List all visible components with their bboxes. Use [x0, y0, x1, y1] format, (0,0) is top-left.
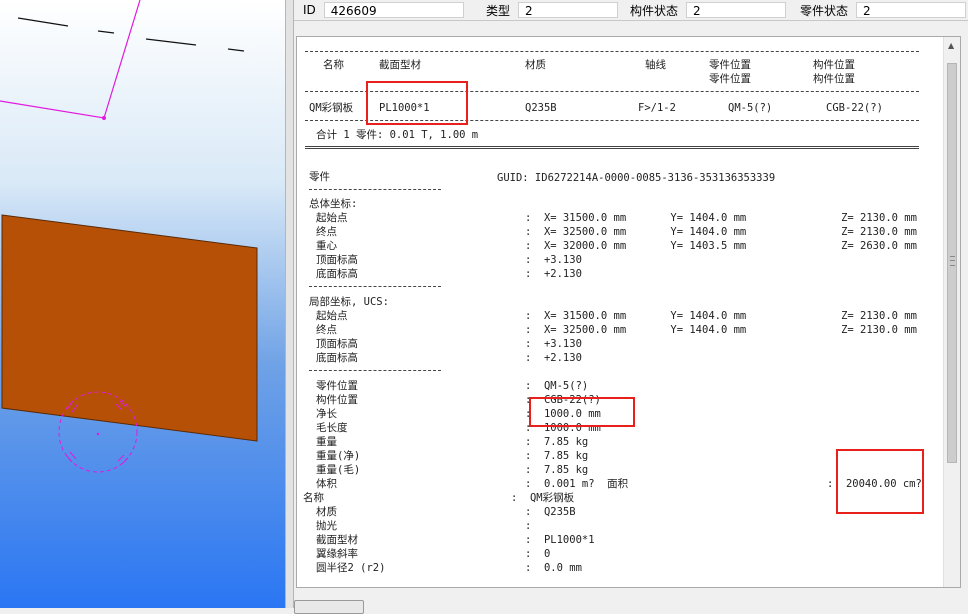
header-profile: 截面型材 [379, 59, 421, 71]
profile-value: : PL1000*1 [525, 534, 595, 546]
header-part-position-2: 零件位置 [709, 73, 751, 85]
double-separator [305, 146, 919, 149]
header-material: 材质 [525, 59, 546, 71]
part-pos-value: : QM-5(?) [525, 380, 589, 392]
local-coords-title: 局部坐标, UCS: [309, 296, 389, 308]
highlight-box-profile [366, 81, 468, 125]
finish-value: : [525, 520, 532, 532]
weight-net-label: 重量(净) [316, 450, 361, 462]
global-bottom-label: 底面标高 [316, 268, 358, 280]
part-pos-label: 零件位置 [316, 380, 358, 392]
panel-splitter[interactable] [285, 0, 294, 608]
steel-plate [1, 214, 258, 442]
global-top-label: 顶面标高 [316, 254, 358, 266]
material-label: 材质 [316, 506, 337, 518]
row-name: QM彩钢板 [309, 102, 354, 114]
grid-line-segment [145, 38, 197, 46]
row-material: Q235B [525, 102, 557, 114]
total-line: 合计 1 零件: 0.01 T, 1.00 m [316, 129, 479, 141]
type-field: 类型 2 [486, 0, 619, 20]
header-part-position: 零件位置 [709, 59, 751, 71]
guid-line: GUID: ID6272214A-0000-0085-3136-35313635… [497, 172, 776, 184]
part-title: 零件 [309, 171, 330, 183]
model-view-graphics [0, 0, 258, 473]
scroll-up-arrow-icon[interactable]: ▲ [948, 41, 954, 50]
material-value: : Q235B [525, 506, 576, 518]
radius-label: 圆半径2 (r2) [316, 562, 386, 574]
finish-label: 抛光 [316, 520, 337, 532]
part-status-label: 零件状态 [800, 3, 849, 18]
highlight-box-net-length [529, 397, 635, 427]
flange-slope-label: 翼缘斜率 [316, 548, 358, 560]
outline-vertex [102, 116, 106, 120]
flange-slope-value: : 0 [525, 548, 551, 560]
header-assembly-position: 构件位置 [813, 59, 855, 71]
separator [305, 51, 919, 52]
weight-gross-value: : 7.85 kg [525, 464, 589, 476]
grid-line-segment [227, 48, 245, 52]
name-value: : QM彩钢板 [511, 492, 575, 504]
row-axis: F>/1-2 [638, 102, 676, 114]
part-status-value[interactable]: 2 [856, 2, 967, 18]
assembly-status-value[interactable]: 2 [686, 2, 787, 18]
volume-value: : 0.001 m? 面积 [525, 478, 629, 490]
local-bottom-label: 底面标高 [316, 352, 358, 364]
profile-label: 截面型材 [316, 534, 358, 546]
weight-gross-label: 重量(毛) [316, 464, 361, 476]
separator [309, 370, 441, 371]
global-coords-title: 总体坐标: [309, 198, 358, 210]
global-start-label: 起始点 [316, 212, 348, 224]
grid-line-segment [17, 17, 69, 27]
grid-line-segment [97, 30, 115, 34]
global-cog-value: : X= 32000.0 mm Y= 1403.5 mm Z= 2630.0 m… [525, 240, 917, 252]
local-top-label: 顶面标高 [316, 338, 358, 350]
scrollbar-grip-icon [950, 256, 955, 266]
name-label: 名称 [303, 492, 324, 504]
info-bar: ID 426609 类型 2 构件状态 2 零件状态 2 [294, 0, 968, 21]
type-label: 类型 [486, 3, 511, 18]
local-start-label: 起始点 [316, 310, 348, 322]
bottom-button[interactable] [294, 600, 364, 614]
magenta-outline [0, 0, 141, 119]
assembly-status-label: 构件状态 [630, 3, 679, 18]
id-value[interactable]: 426609 [323, 2, 464, 18]
global-top-value: : +3.130 [525, 254, 582, 266]
global-start-value: : X= 31500.0 mm Y= 1404.0 mm Z= 2130.0 m… [525, 212, 917, 224]
local-end-value: : X= 32500.0 mm Y= 1404.0 mm Z= 2130.0 m… [525, 324, 917, 336]
volume-label: 体积 [316, 478, 337, 490]
local-start-value: : X= 31500.0 mm Y= 1404.0 mm Z= 2130.0 m… [525, 310, 917, 322]
net-length-label: 净长 [316, 408, 337, 420]
header-assembly-position-2: 构件位置 [813, 73, 855, 85]
header-axis: 轴线 [645, 59, 666, 71]
weight-net-value: : 7.85 kg [525, 450, 589, 462]
part-status-field: 零件状态 2 [800, 0, 967, 20]
local-end-label: 终点 [316, 324, 337, 336]
global-end-value: : X= 32500.0 mm Y= 1404.0 mm Z= 2130.0 m… [525, 226, 917, 238]
highlight-box-area [836, 449, 924, 514]
model-viewport[interactable] [0, 0, 286, 608]
assembly-status-field: 构件状态 2 [630, 0, 787, 20]
id-field: ID 426609 [303, 0, 464, 20]
gross-length-label: 毛长度 [316, 422, 348, 434]
local-bottom-value: : +2.130 [525, 352, 582, 364]
id-label: ID [303, 3, 316, 17]
separator [309, 286, 441, 287]
global-bottom-value: : +2.130 [525, 268, 582, 280]
global-cog-label: 重心 [316, 240, 337, 252]
weight-label: 重量 [316, 436, 337, 448]
row-part-position: QM-5(?) [728, 102, 773, 114]
weight-value: : 7.85 kg [525, 436, 589, 448]
separator [309, 189, 441, 190]
radius-value: : 0.0 mm [525, 562, 582, 574]
header-name: 名称 [323, 59, 344, 71]
global-end-label: 终点 [316, 226, 337, 238]
local-top-value: : +3.130 [525, 338, 582, 350]
vertical-scrollbar[interactable]: ▲ [943, 37, 960, 587]
asm-pos-label: 构件位置 [316, 394, 358, 406]
type-value[interactable]: 2 [518, 2, 619, 18]
scrollbar-thumb[interactable] [947, 63, 957, 463]
row-assembly-position: CGB-22(?) [826, 102, 883, 114]
